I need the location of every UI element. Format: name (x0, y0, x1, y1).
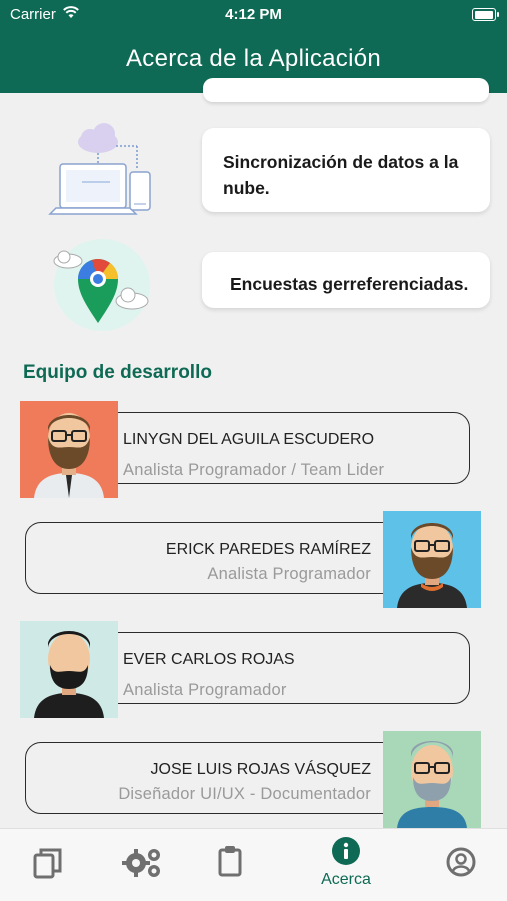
member-role: Diseñador UI/UX - Documentador (118, 785, 371, 803)
tab-surveys[interactable] (190, 829, 270, 901)
member-role: Analista Programador (123, 681, 287, 699)
tab-documents[interactable] (7, 829, 87, 901)
tab-acerca[interactable]: Acerca (306, 829, 386, 901)
feature-geo-text: Encuestas gerreferenciadas. (230, 274, 469, 294)
map-pin-icon (53, 239, 150, 331)
feature-sync-text: Sincronización de datos a la nube. (223, 152, 459, 198)
member-card[interactable]: EVER CARLOS ROJAS Analista Programador (68, 632, 470, 704)
team-section-title: Equipo de desarrollo (23, 362, 212, 383)
copy-icon (33, 848, 62, 879)
tab-profile[interactable] (420, 829, 500, 901)
status-bar: Carrier 4:12 PM (0, 0, 507, 30)
avatar (383, 731, 481, 828)
tab-settings[interactable] (102, 829, 182, 901)
battery-tip (497, 12, 499, 17)
member-card[interactable]: ERICK PAREDES RAMÍREZ Analista Programad… (25, 522, 427, 594)
avatar (383, 511, 481, 608)
user-icon (446, 847, 476, 877)
tab-label-acerca: Acerca (321, 871, 371, 888)
avatar (20, 401, 118, 498)
clock: 4:12 PM (225, 6, 282, 23)
battery-icon (472, 8, 496, 21)
avatar (20, 621, 118, 718)
page-title: Acerca de la Aplicación (125, 45, 382, 72)
cloud-sync-laptop-icon (48, 123, 151, 215)
member-role: Analista Programador / Team Lider (123, 461, 385, 479)
tab-bar: Acerca (0, 828, 507, 901)
member-name: LINYGN DEL AGUILA ESCUDERO (123, 431, 375, 448)
gears-icon (122, 849, 160, 877)
feature-card-geo: Encuestas gerreferenciadas. (202, 252, 490, 308)
member-card[interactable]: JOSE LUIS ROJAS VÁSQUEZ Diseñador UI/UX … (25, 742, 427, 814)
member-name: EVER CARLOS ROJAS (123, 651, 295, 668)
member-name: ERICK PAREDES RAMÍREZ (165, 541, 371, 558)
feature-card-partial (203, 78, 489, 102)
feature-card-sync: Sincronización de datos a la nube. (202, 128, 490, 212)
member-name: JOSE LUIS ROJAS VÁSQUEZ (150, 761, 372, 778)
info-icon (332, 837, 360, 865)
clipboard-icon (218, 846, 242, 877)
member-role: Analista Programador (207, 565, 371, 583)
member-card[interactable]: LINYGN DEL AGUILA ESCUDERO Analista Prog… (68, 412, 470, 484)
